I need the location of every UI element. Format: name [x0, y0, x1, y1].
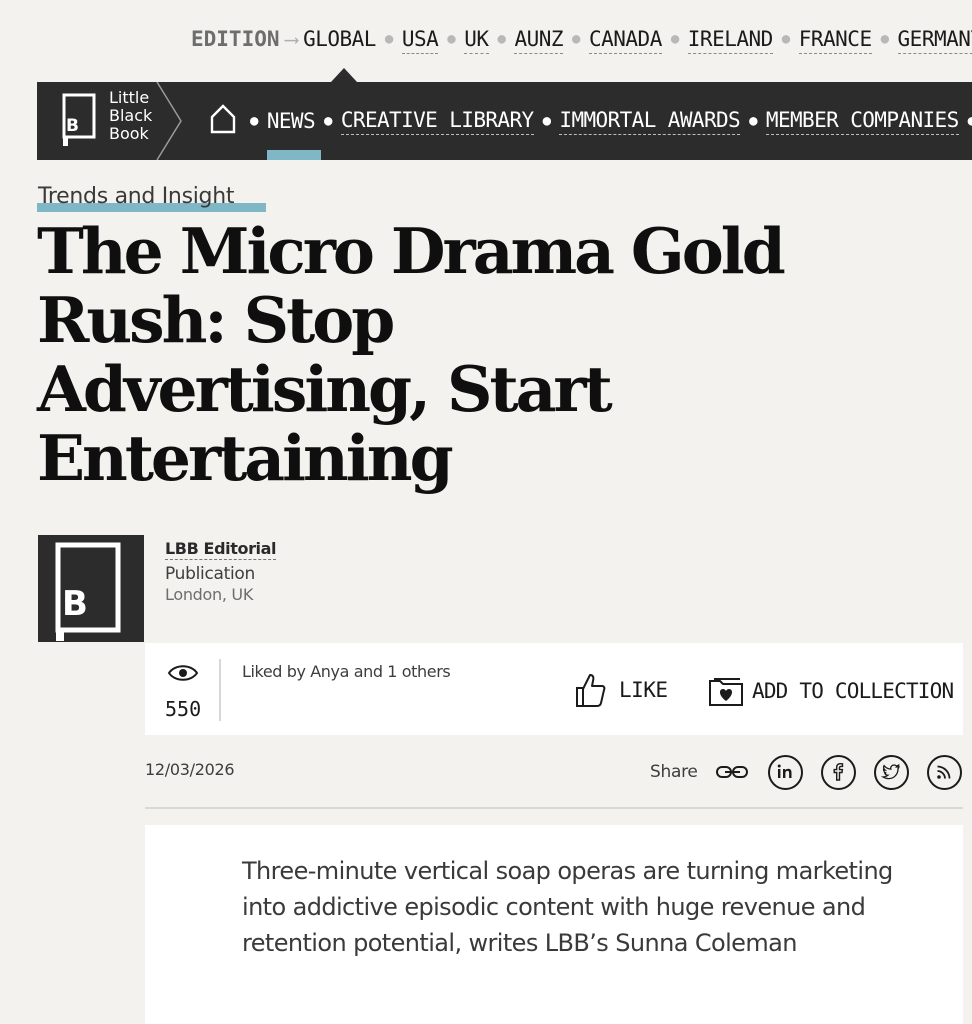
nav-immortal-awards[interactable]: IMMORTAL AWARDS — [559, 108, 741, 135]
facebook-icon — [833, 762, 844, 781]
rss-share-button[interactable] — [926, 754, 962, 790]
like-label: LIKE — [619, 678, 668, 702]
edition-ireland[interactable]: IRELAND — [687, 27, 773, 54]
share-row: Share — [650, 754, 972, 790]
separator-dot: ● — [542, 113, 551, 129]
author-name-link[interactable]: LBB Editorial — [165, 539, 277, 560]
separator-dot: ● — [447, 31, 456, 47]
edition-france[interactable]: FRANCE — [798, 27, 872, 54]
selected-edition-caret — [331, 68, 357, 82]
divider — [145, 807, 963, 809]
nav-active-indicator — [267, 150, 321, 160]
share-label: Share — [650, 762, 698, 782]
logo-letter: B — [66, 116, 79, 136]
logo-mark-icon: B — [62, 93, 96, 146]
separator-dot: ● — [781, 31, 790, 47]
link-icon[interactable] — [715, 762, 751, 782]
twitter-icon — [881, 763, 900, 780]
rss-icon — [937, 765, 951, 779]
views-count: 550 — [165, 697, 202, 721]
headline-line: Entertaining — [37, 421, 454, 495]
author-location: London, UK — [165, 585, 254, 604]
edition-global[interactable]: GLOBAL — [303, 27, 376, 51]
nav-news[interactable]: NEWS — [267, 109, 316, 133]
category-label: Trends and Insight — [38, 184, 235, 209]
separator-dot: ● — [384, 31, 393, 47]
separator-dot: ● — [967, 113, 972, 129]
twitter-share-button[interactable] — [873, 754, 909, 790]
home-icon[interactable] — [209, 103, 237, 135]
separator-dot: ● — [880, 31, 889, 47]
add-to-collection-label: ADD TO COLLECTION — [752, 679, 954, 703]
edition-canada[interactable]: CANADA — [588, 27, 662, 54]
headline-line: The Micro Drama Gold — [37, 214, 786, 288]
article-standfirst: Three-minute vertical soap operas are tu… — [242, 857, 893, 957]
edition-aunz[interactable]: AUNZ — [514, 27, 564, 54]
logo-divider-chevron — [156, 82, 182, 160]
article-body: Three-minute vertical soap operas are tu… — [145, 825, 963, 1024]
folder-heart-icon — [709, 678, 743, 706]
edition-germany[interactable]: GERMANY — [897, 27, 972, 54]
linkedin-share-button[interactable] — [767, 754, 803, 790]
like-button[interactable]: LIKE — [575, 671, 668, 709]
edition-usa[interactable]: USA — [401, 27, 439, 54]
lbb-logo[interactable]: B Little Black Book — [37, 82, 182, 160]
edition-list: EDITION ⟶ GLOBAL ● USA ● UK ● AUNZ ● CAN… — [191, 27, 972, 54]
headline-line: Rush: Stop — [37, 283, 395, 357]
publish-date: 12/03/2026 — [145, 760, 235, 779]
logo-line: Little — [109, 88, 150, 107]
main-nav: B Little Black Book ● NEWS ● CREATIVE LI… — [37, 82, 972, 160]
headline-line: Advertising, Start — [37, 352, 613, 426]
author-type: Publication — [165, 564, 255, 584]
separator-dot: ● — [749, 113, 757, 129]
author-meta: LBB Editorial Publication London, UK — [165, 539, 277, 604]
edition-uk[interactable]: UK — [464, 27, 489, 54]
edition-label: EDITION — [191, 27, 280, 51]
nav-member-companies[interactable]: MEMBER COMPANIES — [765, 108, 959, 135]
linkedin-icon — [777, 764, 792, 778]
liked-by-text[interactable]: Liked by Anya and 1 others — [242, 662, 451, 681]
logo-line: Black — [109, 106, 153, 125]
edition-bar: EDITION ⟶ GLOBAL ● USA ● UK ● AUNZ ● CAN… — [0, 0, 972, 82]
separator-dot: ● — [497, 31, 506, 47]
separator-dot: ● — [572, 31, 580, 47]
separator-dot: ● — [250, 113, 258, 129]
separator-dot: ● — [324, 113, 332, 129]
divider — [219, 659, 221, 721]
nav-items: ● NEWS ● CREATIVE LIBRARY ● IMMORTAL AWA… — [209, 82, 972, 160]
facebook-share-button[interactable] — [820, 754, 856, 790]
nav-creative-library[interactable]: CREATIVE LIBRARY — [340, 108, 534, 135]
logo-text: Little Black Book — [109, 89, 152, 143]
thumbs-up-icon — [576, 674, 606, 707]
separator-dot: ● — [670, 31, 679, 47]
logo-line: Book — [109, 124, 149, 143]
arrow-right-icon: ⟶ — [285, 27, 298, 51]
article-category[interactable]: Trends and Insight — [38, 184, 235, 209]
engagement-bar: 550 Liked by Anya and 1 others LIKE ADD … — [145, 643, 963, 735]
logo-mark-icon: B — [55, 542, 121, 641]
avatar-letter: B — [62, 584, 88, 624]
add-to-collection-button[interactable]: ADD TO COLLECTION — [708, 673, 954, 709]
eye-icon — [167, 665, 199, 681]
author-avatar[interactable]: B — [38, 535, 144, 642]
article-headline: The Micro Drama Gold Rush: Stop Advertis… — [37, 217, 937, 493]
